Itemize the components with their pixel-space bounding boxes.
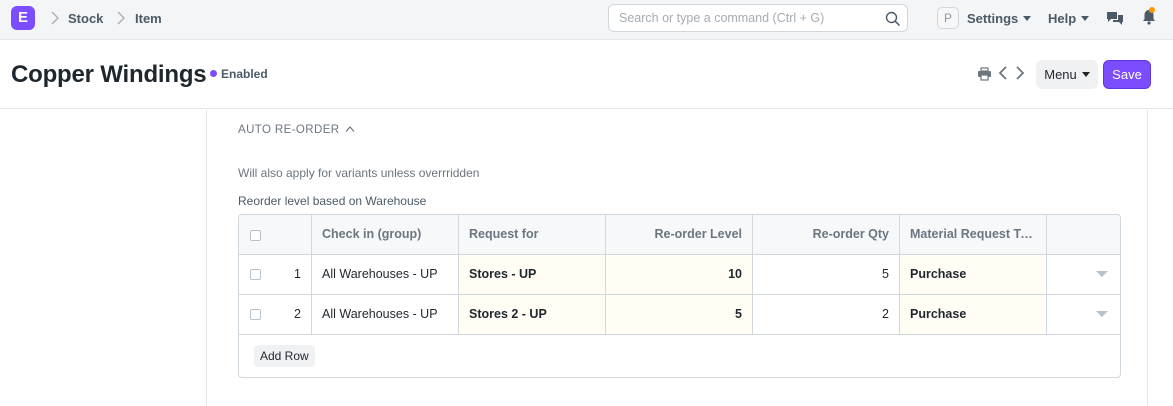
reorder-table: Check in (group) Request for Re-order Le… [238,214,1121,378]
table-header-row: Check in (group) Request for Re-order Le… [239,215,1120,255]
caret-down-icon [1081,16,1090,22]
page-title: Copper Windings [11,61,207,88]
search-box [608,4,908,32]
chevron-right-icon [117,11,125,25]
status-badge: Enabled [221,67,268,81]
search-input[interactable] [619,5,869,31]
header-action-cell [1047,215,1120,254]
avatar[interactable]: P [937,7,959,29]
row-dropdown-icon[interactable] [1096,311,1108,317]
chat-icon[interactable] [1106,10,1124,26]
save-button[interactable]: Save [1103,60,1151,89]
caret-down-icon [1081,72,1090,78]
status-indicator-dot [210,70,217,77]
table-row: 1 All Warehouses - UP Stores - UP 10 5 P… [239,255,1120,295]
row-actions-cell [1047,255,1120,294]
cell-request-for[interactable]: Stores - UP [459,255,606,294]
page-head: Copper Windings Enabled Menu Save [0,40,1173,109]
help-dropdown[interactable]: Help [1048,11,1090,26]
chevron-up-icon[interactable] [345,125,355,133]
column-header: Request for [459,215,606,254]
column-header: Re-order Level [606,215,753,254]
cell-reorder-qty[interactable]: 2 [753,295,900,334]
row-actions-cell [1047,295,1120,334]
cell-reorder-level[interactable]: 5 [606,295,753,334]
row-dropdown-icon[interactable] [1096,271,1108,277]
caret-down-icon [1023,16,1032,22]
search-icon[interactable] [885,11,901,27]
row-index: 2 [277,295,312,334]
breadcrumb-stock[interactable]: Stock [68,11,103,26]
row-checkbox[interactable] [250,309,261,320]
app-logo[interactable]: E [11,6,35,30]
cell-request-for[interactable]: Stores 2 - UP [459,295,606,334]
menu-button[interactable]: Menu [1036,60,1098,89]
menu-button-label: Menu [1044,67,1077,82]
select-all-checkbox[interactable] [250,230,261,241]
row-select-cell [239,255,277,294]
settings-dropdown[interactable]: Settings [967,11,1032,26]
breadcrumb-item[interactable]: Item [135,11,162,26]
cell-material-request-type[interactable]: Purchase [900,255,1047,294]
cell-check-in-group[interactable]: All Warehouses - UP [312,255,459,294]
navbar: E Stock Item P Settings Help [0,0,1173,40]
header-index-cell [277,215,312,254]
column-header: Material Request Ty... [900,215,1047,254]
print-icon[interactable] [977,67,992,81]
section-title[interactable]: AUTO RE-ORDER [238,124,339,136]
section-help-text: Will also apply for variants unless over… [238,166,480,180]
row-checkbox[interactable] [250,269,261,280]
row-index: 1 [277,255,312,294]
header-select-cell [239,215,277,254]
form-section: AUTO RE-ORDER Will also apply for varian… [206,110,1148,406]
cell-reorder-qty[interactable]: 5 [753,255,900,294]
add-row-button[interactable]: Add Row [254,345,315,367]
chevron-left-icon[interactable] [998,66,1008,80]
help-label: Help [1048,11,1077,26]
cell-material-request-type[interactable]: Purchase [900,295,1047,334]
row-select-cell [239,295,277,334]
table-row: 2 All Warehouses - UP Stores 2 - UP 5 2 … [239,295,1120,335]
chevron-right-icon [51,11,59,25]
chevron-right-icon[interactable] [1015,66,1025,80]
column-header: Check in (group) [312,215,459,254]
column-header: Re-order Qty [753,215,900,254]
cell-check-in-group[interactable]: All Warehouses - UP [312,295,459,334]
field-label: Reorder level based on Warehouse [238,194,427,208]
settings-label: Settings [967,11,1019,26]
notification-indicator [1149,7,1155,13]
cell-reorder-level[interactable]: 10 [606,255,753,294]
